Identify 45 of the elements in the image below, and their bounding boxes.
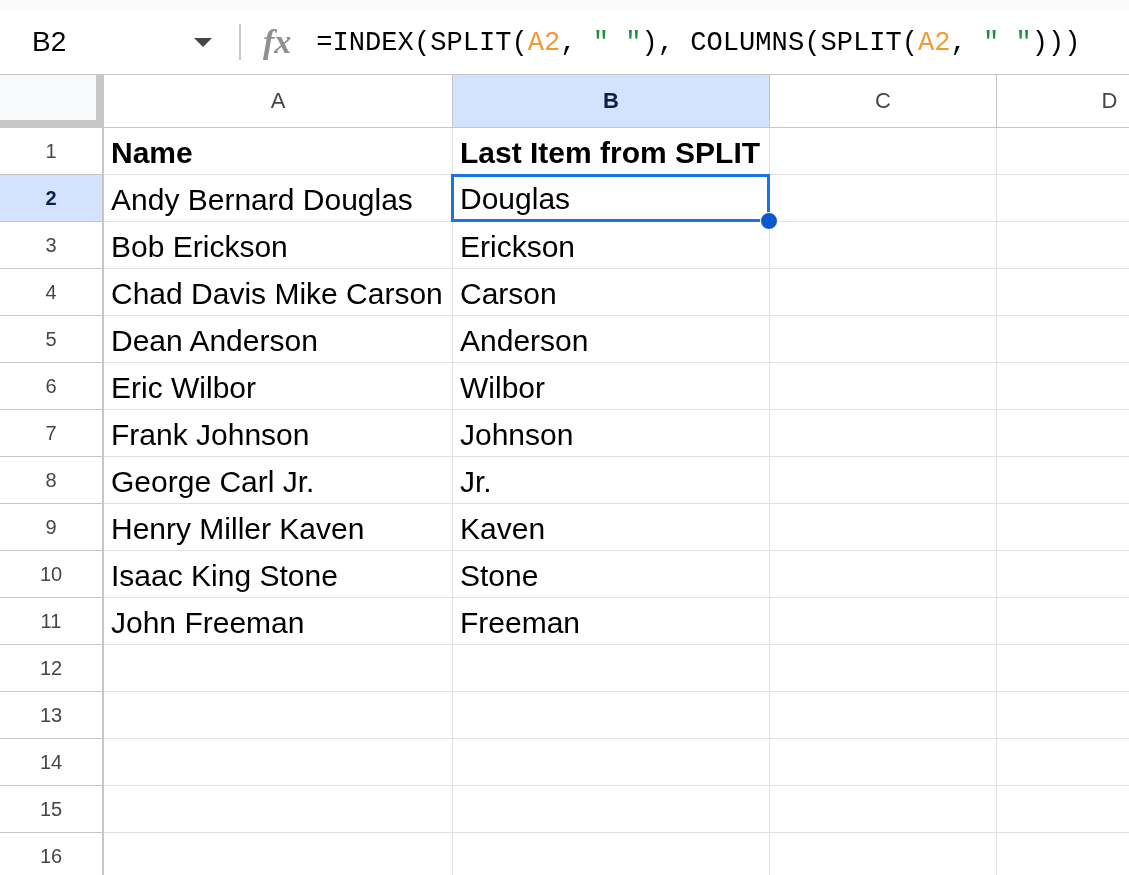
caret-icon[interactable] xyxy=(194,37,212,47)
table-cell[interactable]: Frank Johnson xyxy=(104,410,453,457)
row-header[interactable]: 9 xyxy=(0,504,104,551)
row-header[interactable]: 8 xyxy=(0,457,104,504)
row-header[interactable]: 15 xyxy=(0,786,104,833)
table-cell[interactable]: John Freeman xyxy=(104,598,453,645)
row-header[interactable]: 11 xyxy=(0,598,104,645)
table-cell[interactable]: Name xyxy=(104,128,453,175)
row-header[interactable]: 4 xyxy=(0,269,104,316)
row-header[interactable]: 6 xyxy=(0,363,104,410)
row-header[interactable]: 13 xyxy=(0,692,104,739)
row-header[interactable]: 3 xyxy=(0,222,104,269)
table-cell[interactable]: Last Item from SPLIT xyxy=(453,128,770,175)
row-header[interactable]: 14 xyxy=(0,739,104,786)
table-cell[interactable]: Erickson xyxy=(453,222,770,269)
name-box[interactable]: B2 xyxy=(0,20,212,64)
table-cell[interactable]: Stone xyxy=(453,551,770,598)
table-cell[interactable]: Henry Miller Kaven xyxy=(104,504,453,551)
row-header[interactable]: 10 xyxy=(0,551,104,598)
column-header[interactable]: B xyxy=(453,75,770,128)
table-cell[interactable]: Anderson xyxy=(453,316,770,363)
table-cell[interactable]: Isaac King Stone xyxy=(104,551,453,598)
table-cell[interactable]: Andy Bernard Douglas xyxy=(104,175,453,222)
table-cell[interactable]: Dean Anderson xyxy=(104,316,453,363)
table-cell[interactable]: Jr. xyxy=(453,457,770,504)
row-header[interactable]: 5 xyxy=(0,316,104,363)
row-header[interactable]: 1 xyxy=(0,128,104,175)
formula-field[interactable]: =INDEX(SPLIT(A2, " "), COLUMNS(SPLIT(A2, " "))) xyxy=(316,20,1129,64)
row-header[interactable]: 2 xyxy=(0,175,104,222)
table-cell[interactable]: Johnson xyxy=(453,410,770,457)
table-cell[interactable]: Bob Erickson xyxy=(104,222,453,269)
table-cell[interactable]: Eric Wilbor xyxy=(104,363,453,410)
row-header[interactable]: 7 xyxy=(0,410,104,457)
column-header[interactable]: C xyxy=(770,75,997,128)
table-cell[interactable]: Carson xyxy=(453,269,770,316)
table-cell[interactable]: George Carl Jr. xyxy=(104,457,453,504)
column-header[interactable]: A xyxy=(104,75,453,128)
table-cell[interactable]: Freeman xyxy=(453,598,770,645)
fx-icon: fx xyxy=(263,25,292,59)
table-cell[interactable]: Wilbor xyxy=(453,363,770,410)
fill-handle-icon[interactable] xyxy=(760,212,778,230)
row-header[interactable]: 12 xyxy=(0,645,104,692)
table-cell[interactable]: Chad Davis Mike Carson xyxy=(104,269,453,316)
table-cell[interactable]: Kaven xyxy=(453,504,770,551)
table-cell[interactable]: Douglas xyxy=(451,174,770,222)
